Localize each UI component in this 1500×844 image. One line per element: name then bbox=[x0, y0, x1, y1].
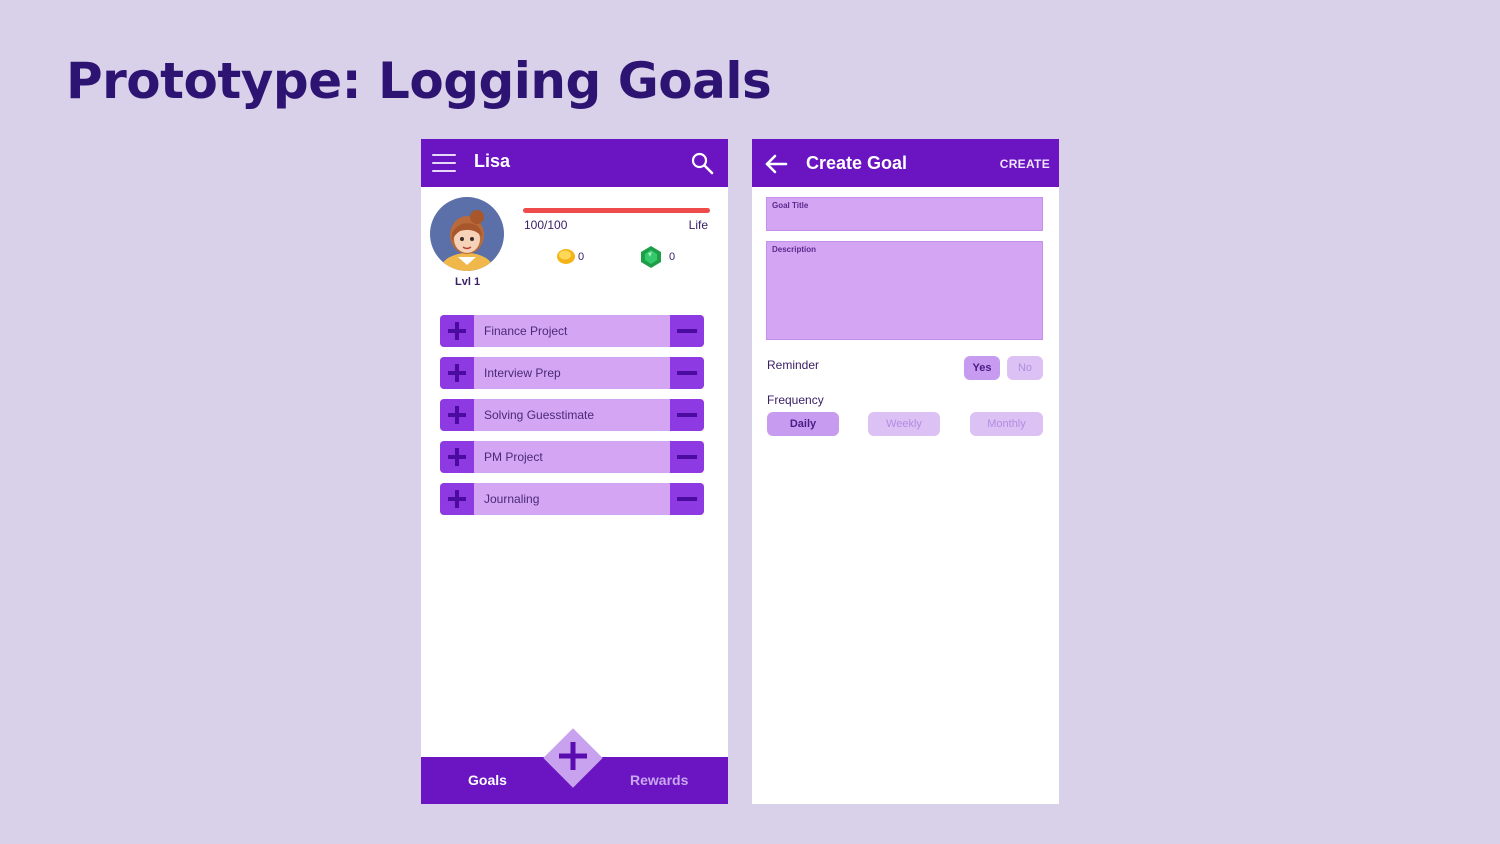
goal-label: Solving Guesstimate bbox=[484, 408, 595, 422]
add-progress-button[interactable] bbox=[440, 399, 474, 431]
coin-count: 0 bbox=[578, 251, 585, 263]
reminder-label: Reminder bbox=[767, 358, 820, 372]
life-label: Life bbox=[688, 218, 708, 232]
avatar[interactable] bbox=[430, 197, 504, 271]
gem-count: 0 bbox=[669, 251, 676, 263]
frequency-weekly-option[interactable]: Weekly bbox=[868, 412, 940, 436]
level-label: Lvl 1 bbox=[455, 276, 481, 288]
add-progress-button[interactable] bbox=[440, 483, 474, 515]
life-bar bbox=[523, 208, 710, 213]
add-progress-button[interactable] bbox=[440, 441, 474, 473]
create-goal-screen: Create Goal CREATE Goal Title Descriptio… bbox=[752, 139, 1059, 804]
user-name-title: Lisa bbox=[474, 151, 511, 171]
search-icon[interactable] bbox=[690, 151, 714, 175]
create-app-bar: Create Goal CREATE bbox=[752, 139, 1059, 187]
add-progress-button[interactable] bbox=[440, 357, 474, 389]
nav-goals-tab[interactable]: Goals bbox=[468, 772, 507, 788]
goal-label: PM Project bbox=[484, 450, 543, 464]
remove-progress-button[interactable] bbox=[670, 357, 704, 389]
description-label: Description bbox=[772, 245, 817, 254]
coin-icon bbox=[557, 249, 575, 264]
goal-list: Finance Project Interview Prep Solving G… bbox=[440, 315, 704, 525]
goal-title-label: Goal Title bbox=[772, 201, 809, 210]
gem-icon bbox=[641, 246, 661, 268]
remove-progress-button[interactable] bbox=[670, 399, 704, 431]
goal-item[interactable]: Interview Prep bbox=[440, 357, 704, 389]
frequency-monthly-option[interactable]: Monthly bbox=[970, 412, 1043, 436]
page-title: Create Goal bbox=[806, 153, 908, 173]
add-progress-button[interactable] bbox=[440, 315, 474, 347]
frequency-daily-option[interactable]: Daily bbox=[767, 412, 839, 436]
home-screen: Lisa Lvl 1 100/100 Life 0 0 Finance Proj… bbox=[421, 139, 728, 804]
goal-label: Interview Prep bbox=[484, 366, 561, 380]
home-app-bar: Lisa bbox=[421, 139, 728, 187]
life-value: 100/100 bbox=[524, 218, 568, 232]
goal-item[interactable]: Finance Project bbox=[440, 315, 704, 347]
nav-rewards-tab[interactable]: Rewards bbox=[630, 772, 688, 788]
goal-label: Finance Project bbox=[484, 324, 568, 338]
description-field[interactable]: Description bbox=[766, 241, 1043, 340]
slide-title: Prototype: Logging Goals bbox=[66, 52, 772, 110]
goal-title-field[interactable]: Goal Title bbox=[766, 197, 1043, 231]
remove-progress-button[interactable] bbox=[670, 441, 704, 473]
back-arrow-icon[interactable] bbox=[764, 153, 788, 175]
remove-progress-button[interactable] bbox=[670, 315, 704, 347]
reminder-no-toggle[interactable]: No bbox=[1007, 356, 1043, 380]
create-button[interactable]: CREATE bbox=[1000, 157, 1050, 171]
goal-item[interactable]: Solving Guesstimate bbox=[440, 399, 704, 431]
frequency-label: Frequency bbox=[767, 393, 824, 407]
goal-item[interactable]: PM Project bbox=[440, 441, 704, 473]
remove-progress-button[interactable] bbox=[670, 483, 704, 515]
goal-label: Journaling bbox=[484, 492, 540, 506]
goal-item[interactable]: Journaling bbox=[440, 483, 704, 515]
reminder-yes-toggle[interactable]: Yes bbox=[964, 356, 1000, 380]
hamburger-menu-icon[interactable] bbox=[432, 154, 456, 172]
